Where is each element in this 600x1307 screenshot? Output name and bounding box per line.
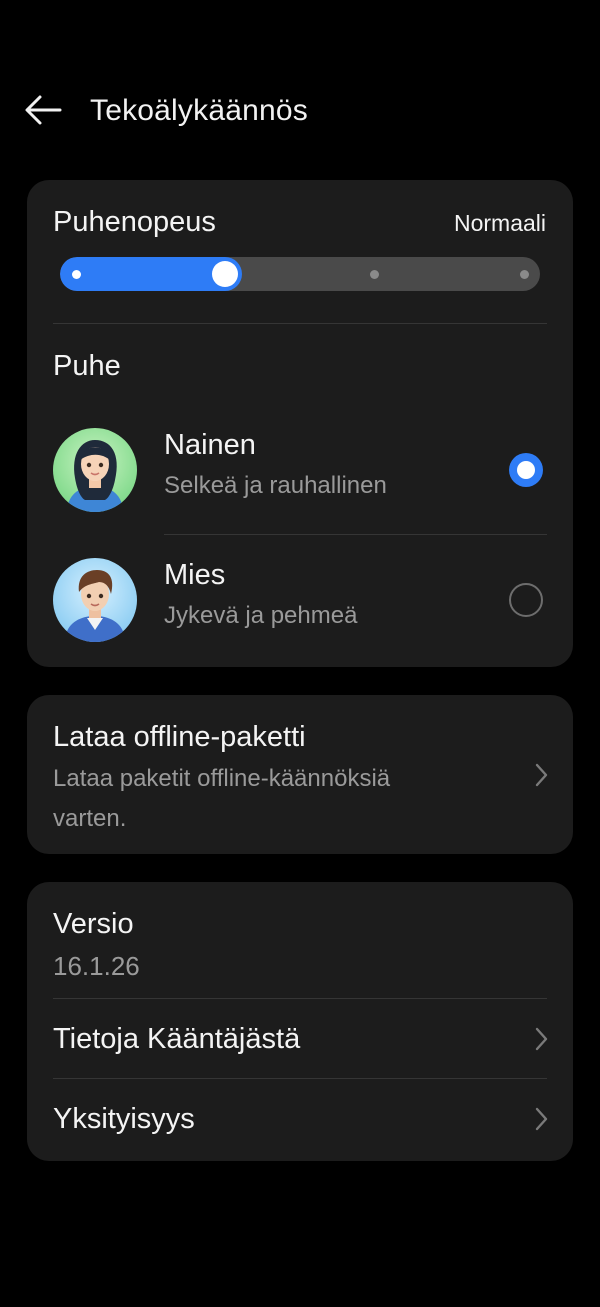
radio-button-female[interactable] xyxy=(509,453,543,487)
chevron-right-icon xyxy=(535,1107,548,1131)
privacy-row[interactable]: Yksityisyys xyxy=(27,1079,573,1159)
speech-rate-value: Normaali xyxy=(453,210,546,236)
voice-settings-card: Puhenopeus Normaali Puhe Nainen Selkeä j… xyxy=(27,180,573,667)
about-translator-label: Tietoja Kääntäjästä xyxy=(53,1023,301,1055)
chevron-right-icon xyxy=(535,1027,548,1051)
offline-package-title: Lataa offline-paketti xyxy=(53,721,306,753)
voice-option-name: Nainen xyxy=(164,429,256,461)
speech-rate-label: Puhenopeus xyxy=(53,206,216,238)
avatar-female xyxy=(53,428,137,512)
voice-section-label: Puhe xyxy=(53,350,121,382)
slider-step-dot[interactable] xyxy=(519,270,529,279)
offline-package-subtitle-line2: varten. xyxy=(53,805,127,832)
voice-option-female[interactable]: Nainen Selkeä ja rauhallinen xyxy=(27,405,573,535)
radio-button-male[interactable] xyxy=(509,583,543,617)
voice-option-male[interactable]: Mies Jykevä ja pehmeä xyxy=(27,535,573,665)
back-arrow-icon xyxy=(25,95,62,125)
slider-step-dot[interactable] xyxy=(71,270,81,279)
version-label: Versio xyxy=(53,908,134,940)
back-button[interactable] xyxy=(20,90,66,130)
top-bar: Tekoälykäännös xyxy=(0,72,600,148)
voice-option-name: Mies xyxy=(164,559,226,591)
avatar-male xyxy=(53,558,137,642)
page-title: Tekoälykäännös xyxy=(90,94,308,127)
voice-option-description: Selkeä ja rauhallinen xyxy=(164,472,387,499)
offline-package-card[interactable]: Lataa offline-paketti Lataa paketit offl… xyxy=(27,695,573,854)
about-translator-row[interactable]: Tietoja Kääntäjästä xyxy=(27,999,573,1078)
version-value: 16.1.26 xyxy=(53,951,140,981)
about-card: Versio 16.1.26 Tietoja Kääntäjästä Yksit… xyxy=(27,882,573,1161)
slider-step-dot[interactable] xyxy=(370,270,380,279)
privacy-label: Yksityisyys xyxy=(53,1103,195,1135)
offline-package-subtitle-line1: Lataa paketit offline-käännöksiä xyxy=(53,765,391,792)
chevron-right-icon xyxy=(535,763,548,787)
voice-option-description: Jykevä ja pehmeä xyxy=(164,602,358,629)
divider xyxy=(53,323,547,324)
speech-rate-slider[interactable] xyxy=(60,257,540,291)
